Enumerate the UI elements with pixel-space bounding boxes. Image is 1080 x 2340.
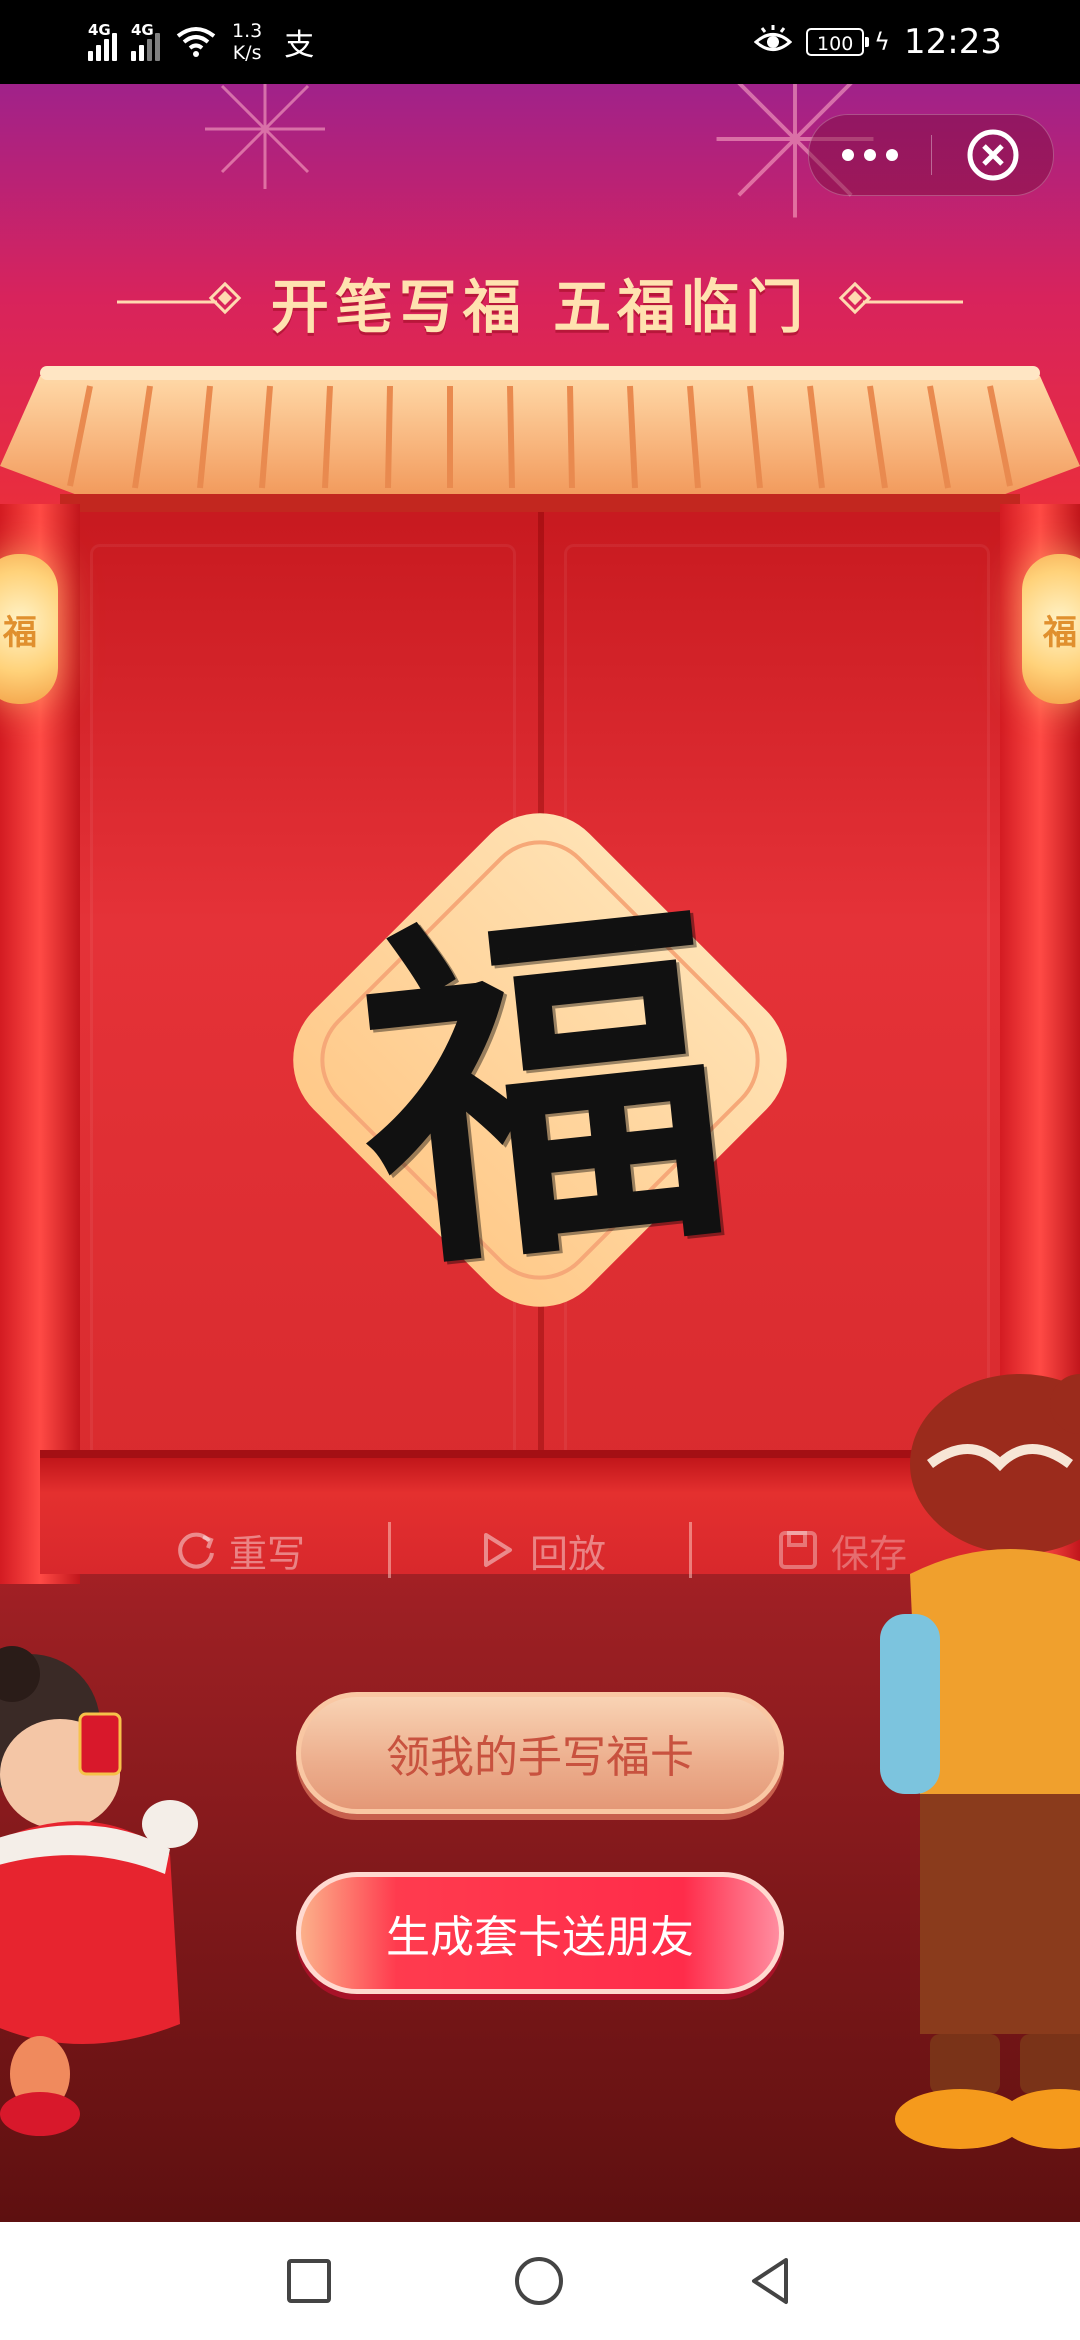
screen: 4G 4G 1.3 K/s 支 100 ϟ 12:23 开笔写福 五福临门 福 … (0, 0, 1080, 2340)
recent-apps-button[interactable] (278, 2250, 340, 2312)
status-bar: 4G 4G 1.3 K/s 支 100 ϟ 12:23 (0, 0, 1080, 84)
circle-icon (515, 2257, 563, 2305)
replay-label: 回放 (529, 1531, 606, 1576)
main-scene: 开笔写福 五福临门 福 福 福 重写 回放 保存 领我的手写福卡 生成套卡送朋友 (0, 84, 1080, 2222)
lantern-char: 福 (3, 612, 37, 653)
network-type-1: 4G (88, 21, 111, 39)
save-icon (778, 1531, 817, 1569)
close-circle-icon (967, 129, 1018, 181)
rewrite-button[interactable]: 重写 (90, 1523, 388, 1578)
handwritten-fu-character: 福 (342, 861, 745, 1320)
speed-value: 1.3 (232, 20, 263, 42)
rewrite-label: 重写 (228, 1531, 305, 1576)
close-button[interactable] (932, 115, 1053, 195)
lantern-right: 福 (1022, 554, 1080, 704)
network-speed: 1.3 K/s (232, 20, 262, 64)
child-character-right-illustration (880, 1374, 1080, 2149)
system-navigation-bar (0, 2222, 1080, 2340)
replay-button[interactable]: 回放 (391, 1523, 689, 1578)
speed-unit: K/s (232, 42, 262, 64)
lantern-char: 福 (1043, 612, 1077, 653)
triangle-back-icon (752, 2258, 788, 2304)
charging-icon: ϟ (874, 28, 891, 56)
more-dots-icon (842, 149, 898, 161)
gate-roof-illustration (0, 366, 1080, 512)
firework-decoration-icon (205, 84, 325, 189)
child-character-left-illustration (0, 1646, 198, 2136)
play-icon (483, 1533, 512, 1567)
wifi-icon (176, 27, 216, 57)
cell-signal-1-icon: 4G (88, 21, 117, 61)
share-card-set-button[interactable]: 生成套卡送朋友 (296, 1872, 784, 1994)
more-button[interactable] (809, 115, 931, 195)
lantern-left: 福 (0, 554, 58, 704)
clock: 12:23 (904, 22, 1002, 62)
refresh-icon (178, 1532, 214, 1569)
battery-indicator: 100 (806, 28, 870, 56)
square-icon (287, 2259, 331, 2303)
alipay-notification-icon: 支 (284, 28, 315, 63)
cell-signal-2-icon: 4G (131, 21, 160, 61)
home-button[interactable] (508, 2250, 570, 2312)
back-button[interactable] (740, 2250, 802, 2312)
network-type-2: 4G (131, 21, 154, 39)
get-handwritten-card-button[interactable]: 领我的手写福卡 (296, 1692, 784, 1814)
status-right: 100 ϟ 12:23 (754, 0, 1002, 84)
writing-toolbar: 重写 回放 保存 (90, 1508, 990, 1592)
fu-writing-canvas[interactable]: 福 (230, 750, 850, 1370)
miniapp-capsule (808, 114, 1054, 196)
status-left: 4G 4G 1.3 K/s 支 (88, 0, 314, 84)
eye-comfort-icon (754, 25, 793, 51)
